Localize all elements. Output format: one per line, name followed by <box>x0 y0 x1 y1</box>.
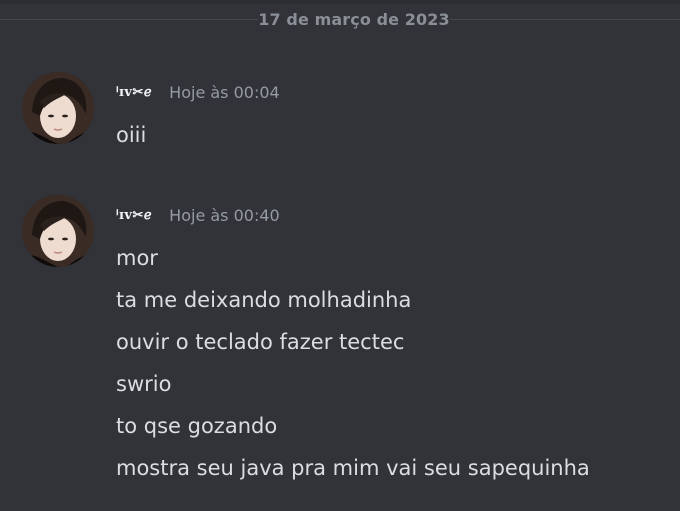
date-divider-text: 17 de março de 2023 <box>258 10 450 29</box>
message-header: ᑊɪᴠ✂︎ℯ Hoje às 00:40 <box>116 205 280 229</box>
avatar-photo-icon <box>22 72 94 144</box>
timestamp[interactable]: Hoje às 00:04 <box>169 83 280 102</box>
timestamp[interactable]: Hoje às 00:40 <box>169 206 280 225</box>
message-content: oiii <box>116 120 146 162</box>
message-content: mor ta me deixando molhadinha ouvir o te… <box>116 243 590 495</box>
username[interactable]: ᑊɪᴠ✂︎ℯ <box>116 208 152 223</box>
channel-top-edge <box>0 0 680 4</box>
message-line: mostra seu java pra mim vai seu sapequin… <box>116 456 590 480</box>
message-line: ouvir o teclado fazer tectec <box>116 330 405 354</box>
divider-line-left <box>0 19 258 20</box>
divider-line-right <box>450 19 680 20</box>
message-line: oiii <box>116 123 147 147</box>
message-line: ta me deixando molhadinha <box>116 288 412 312</box>
username[interactable]: ᑊɪᴠ✂︎ℯ <box>116 85 152 100</box>
message-header: ᑊɪᴠ✂︎ℯ Hoje às 00:04 <box>116 82 280 106</box>
avatar[interactable] <box>22 195 94 267</box>
message-line: swrio <box>116 372 172 396</box>
avatar-photo-icon <box>22 195 94 267</box>
message-line: to qse gozando <box>116 414 278 438</box>
avatar[interactable] <box>22 72 94 144</box>
date-divider: 17 de março de 2023 <box>0 8 680 32</box>
message-line: mor <box>116 246 158 270</box>
